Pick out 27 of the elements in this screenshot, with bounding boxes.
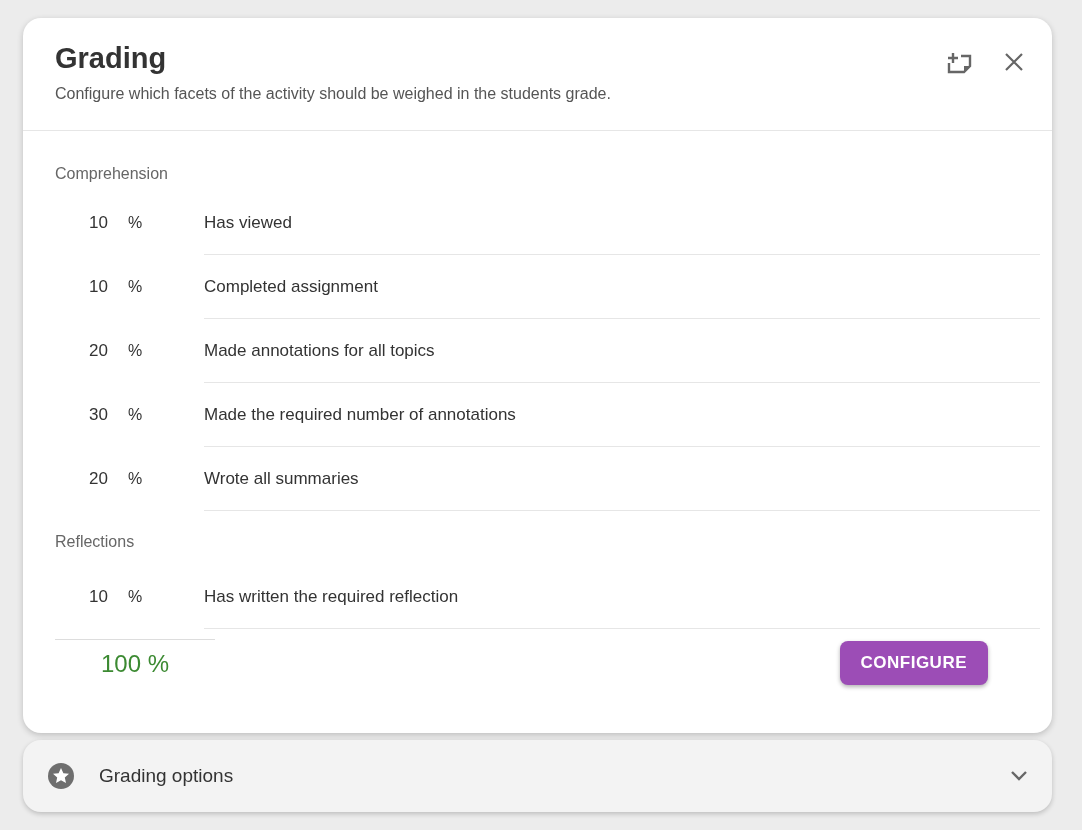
close-icon	[1004, 52, 1024, 72]
percent-unit: %	[128, 214, 143, 231]
configure-button[interactable]: CONFIGURE	[839, 641, 988, 685]
grading-options-panel[interactable]: Grading options	[23, 740, 1052, 812]
dialog-subtitle: Configure which facets of the activity should be weighed in the students grade.	[55, 85, 611, 103]
criterion-label: Made annotations for all topics	[204, 340, 435, 361]
criterion-label: Made the required number of annotations	[204, 404, 516, 425]
percent-value: 20	[88, 469, 108, 489]
percent-unit: %	[128, 588, 143, 605]
section-heading: Comprehension	[55, 165, 169, 184]
total-percent: 100 %	[55, 639, 215, 678]
percent-value: 20	[88, 341, 108, 361]
percent-value: 10	[88, 213, 108, 233]
percent-value: 10	[88, 277, 108, 297]
section-heading: Reflections	[55, 533, 136, 552]
percent-unit: %	[128, 470, 143, 487]
criterion-label: Has written the required reflection	[204, 586, 459, 607]
add-note-icon	[946, 52, 974, 76]
percent-unit: %	[128, 278, 143, 295]
criterion-label: Completed assignment	[204, 276, 378, 297]
percent-value: 30	[88, 405, 108, 425]
criterion-label: Wrote all summaries	[204, 468, 359, 489]
percent-value: 10	[88, 587, 108, 607]
percent-unit: %	[128, 406, 143, 423]
criterion-label: Has viewed	[204, 212, 292, 233]
dialog-title: Grading	[55, 42, 168, 75]
percent-unit: %	[128, 342, 143, 359]
